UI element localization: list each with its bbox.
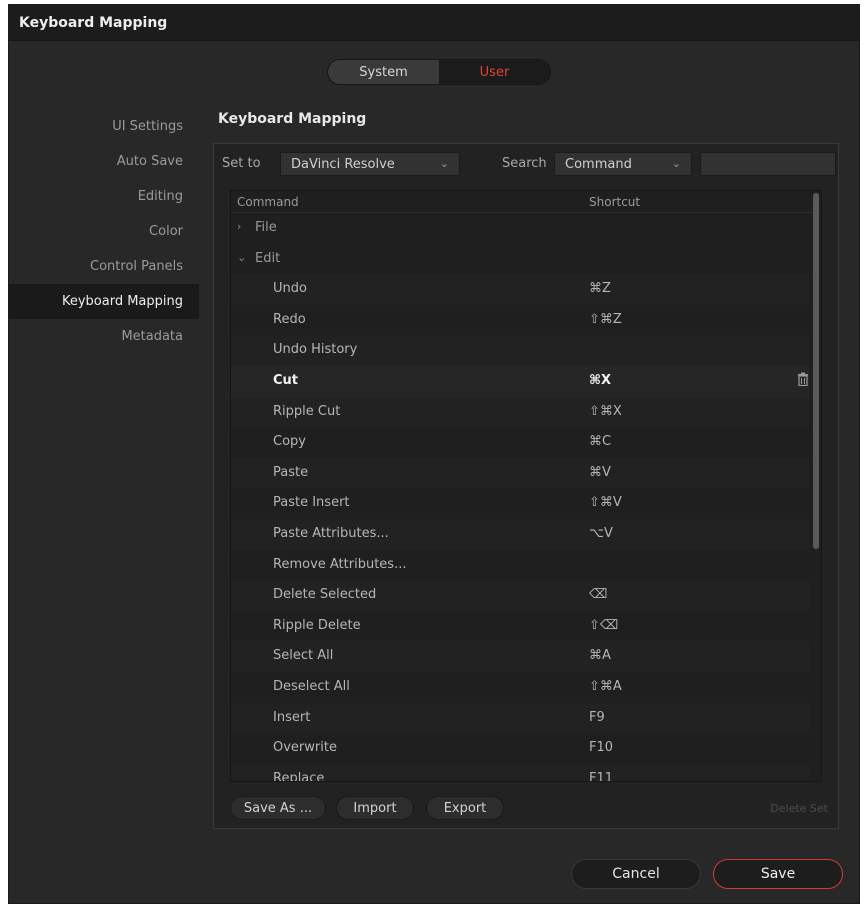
chevron-down-icon: ⌄ (439, 157, 449, 170)
table-row[interactable]: Undo ⌘Z (231, 274, 809, 305)
shortcut-value[interactable]: ⌘A (589, 648, 611, 663)
table-scrollbar[interactable] (813, 193, 819, 779)
sidebar-item-auto-save[interactable]: Auto Save (9, 144, 199, 179)
sidebar-item-metadata[interactable]: Metadata (9, 319, 199, 354)
command-label: Deselect All (273, 678, 350, 694)
command-label: Overwrite (273, 740, 337, 756)
shortcut-table: Command Shortcut › File ⌄ Edit Undo ⌘Z R… (230, 190, 822, 782)
command-label: Edit (255, 250, 281, 266)
title-bar: Keyboard Mapping (9, 5, 859, 41)
shortcut-value[interactable]: F11 (589, 771, 613, 781)
controls-bar: Set to DaVinci Resolve ⌄ Search Command … (214, 144, 838, 184)
sidebar-item-color[interactable]: Color (9, 214, 199, 249)
save-button[interactable]: Save (713, 859, 843, 889)
group-row-file[interactable]: › File (231, 213, 809, 244)
user-tab[interactable]: User (439, 60, 550, 84)
shortcut-value[interactable]: ⌘X (589, 373, 611, 388)
table-row-selected[interactable]: Cut ⌘X (231, 365, 809, 397)
command-label: Replace (273, 770, 325, 782)
command-label: Select All (273, 648, 334, 664)
set-to-value: DaVinci Resolve (291, 156, 395, 172)
shortcut-value[interactable]: ⌫ (589, 587, 607, 602)
table-row[interactable]: Remove Attributes... (231, 550, 809, 581)
command-label: Undo (273, 281, 307, 297)
set-to-dropdown[interactable]: DaVinci Resolve ⌄ (280, 152, 460, 176)
command-label: Paste (273, 464, 309, 480)
command-label: Cut (273, 372, 299, 388)
table-rows: › File ⌄ Edit Undo ⌘Z Redo ⇧⌘Z Undo Hist… (231, 213, 809, 782)
command-label: File (255, 220, 277, 235)
sidebar-item-ui-settings[interactable]: UI Settings (9, 109, 199, 144)
search-by-dropdown[interactable]: Command ⌄ (554, 152, 692, 176)
table-row[interactable]: Delete Selected ⌫ (231, 580, 809, 611)
table-row[interactable]: Copy ⌘C (231, 427, 809, 458)
table-row[interactable]: Paste Attributes... ⌥V (231, 518, 809, 550)
scope-toggle[interactable]: System User (327, 59, 551, 85)
delete-set-button[interactable]: Delete Set (770, 802, 828, 815)
command-label: Ripple Delete (273, 617, 361, 633)
set-to-label: Set to (222, 156, 261, 171)
group-row-edit[interactable]: ⌄ Edit (231, 244, 809, 275)
command-label: Remove Attributes... (273, 556, 407, 572)
shortcut-value[interactable]: ⌥V (589, 526, 613, 541)
shortcut-value[interactable]: ⇧⌘A (589, 679, 622, 694)
chevron-right-icon[interactable]: › (237, 220, 241, 233)
sidebar-item-keyboard-mapping[interactable]: Keyboard Mapping (9, 284, 199, 319)
table-header: Command Shortcut (231, 191, 821, 213)
shortcut-value[interactable]: ⌘C (589, 434, 611, 449)
shortcut-value[interactable]: ⌘V (589, 465, 611, 480)
chevron-down-icon[interactable]: ⌄ (237, 251, 246, 264)
column-header-command[interactable]: Command (237, 195, 299, 209)
chevron-down-icon: ⌄ (671, 157, 681, 170)
section-title: Keyboard Mapping (218, 111, 367, 127)
column-header-shortcut[interactable]: Shortcut (589, 195, 640, 209)
export-button[interactable]: Export (426, 796, 504, 820)
shortcut-value[interactable]: F10 (589, 740, 613, 755)
system-tab[interactable]: System (328, 60, 439, 84)
command-label: Insert (273, 709, 311, 725)
table-row[interactable]: Paste ⌘V (231, 457, 809, 489)
search-input[interactable] (700, 152, 836, 176)
search-label: Search (502, 156, 547, 171)
table-row[interactable]: Overwrite F10 (231, 733, 809, 764)
import-button[interactable]: Import (336, 796, 414, 820)
trash-icon[interactable] (797, 372, 809, 386)
window-title: Keyboard Mapping (19, 14, 168, 31)
shortcut-value[interactable]: F9 (589, 710, 605, 725)
command-label: Redo (273, 311, 306, 327)
table-row[interactable]: Ripple Delete ⇧⌫ (231, 611, 809, 642)
shortcut-value[interactable]: ⌘Z (589, 281, 611, 296)
keyboard-mapping-panel: Set to DaVinci Resolve ⌄ Search Command … (213, 143, 839, 829)
table-row[interactable]: Undo History (231, 335, 809, 366)
command-label: Copy (273, 434, 306, 450)
sidebar-item-control-panels[interactable]: Control Panels (9, 249, 199, 284)
shortcut-value[interactable]: ⇧⌘X (589, 404, 622, 419)
cancel-button[interactable]: Cancel (571, 859, 701, 889)
scrollbar-thumb[interactable] (813, 193, 819, 549)
save-as-button[interactable]: Save As ... (230, 796, 326, 820)
search-by-value: Command (565, 156, 632, 172)
command-label: Ripple Cut (273, 403, 341, 419)
table-row[interactable]: Redo ⇧⌘Z (231, 305, 809, 336)
table-row[interactable]: Paste Insert ⇧⌘V (231, 488, 809, 519)
command-label: Paste Attributes... (273, 525, 389, 541)
table-row[interactable]: Ripple Cut ⇧⌘X (231, 396, 809, 428)
command-label: Paste Insert (273, 495, 350, 511)
sidebar-item-editing[interactable]: Editing (9, 179, 199, 214)
sidebar: UI Settings Auto Save Editing Color Cont… (9, 109, 199, 354)
command-label: Delete Selected (273, 587, 377, 603)
table-row[interactable]: Replace F11 (231, 763, 809, 782)
command-label: Undo History (273, 342, 358, 358)
preferences-window: Keyboard Mapping System User UI Settings… (8, 4, 860, 904)
shortcut-value[interactable]: ⇧⌫ (589, 618, 618, 633)
table-row[interactable]: Deselect All ⇧⌘A (231, 672, 809, 703)
table-row[interactable]: Insert F9 (231, 702, 809, 734)
shortcut-value[interactable]: ⇧⌘V (589, 495, 622, 510)
shortcut-value[interactable]: ⇧⌘Z (589, 312, 622, 327)
table-row[interactable]: Select All ⌘A (231, 641, 809, 672)
